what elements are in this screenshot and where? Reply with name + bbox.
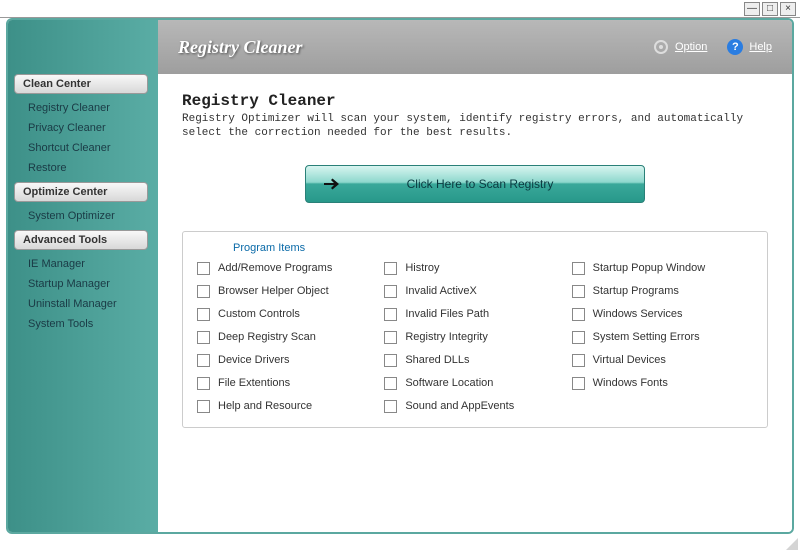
titlebar: — □ × <box>0 0 800 18</box>
item-help-and-resource: Help and Resource <box>197 400 378 413</box>
page-title: Registry Cleaner <box>182 92 768 110</box>
program-items-grid: Add/Remove Programs Browser Helper Objec… <box>197 262 753 413</box>
checkbox[interactable] <box>384 377 397 390</box>
checkbox[interactable] <box>384 285 397 298</box>
header: Registry Cleaner Option ? Help <box>158 20 792 74</box>
section-clean-center[interactable]: Clean Center <box>14 74 148 94</box>
item-startup-programs: Startup Programs <box>572 285 753 298</box>
option-label: Option <box>675 41 707 53</box>
nav-system-optimizer[interactable]: System Optimizer <box>8 206 158 226</box>
item-software-location: Software Location <box>384 377 565 390</box>
checkbox[interactable] <box>197 331 210 344</box>
item-device-drivers: Device Drivers <box>197 354 378 367</box>
item-file-extentions: File Extentions <box>197 377 378 390</box>
app-title: Registry Cleaner <box>178 37 633 58</box>
nav-shortcut-cleaner[interactable]: Shortcut Cleaner <box>8 138 158 158</box>
check-label: System Setting Errors <box>593 331 700 343</box>
check-label: Help and Resource <box>218 400 312 412</box>
check-label: Startup Programs <box>593 285 679 297</box>
nav-system-tools[interactable]: System Tools <box>8 314 158 334</box>
item-windows-services: Windows Services <box>572 308 753 321</box>
section-optimize-center[interactable]: Optimize Center <box>14 182 148 202</box>
check-label: Shared DLLs <box>405 354 469 366</box>
help-button[interactable]: ? Help <box>727 39 772 55</box>
check-label: Invalid Files Path <box>405 308 489 320</box>
check-label: Browser Helper Object <box>218 285 329 297</box>
check-label: Histroy <box>405 262 439 274</box>
arrow-right-icon <box>318 170 346 198</box>
program-items-panel: Program Items Add/Remove Programs Browse… <box>182 231 768 428</box>
item-shared-dlls: Shared DLLs <box>384 354 565 367</box>
maximize-button[interactable]: □ <box>762 2 778 16</box>
checkbox[interactable] <box>197 285 210 298</box>
item-windows-fonts: Windows Fonts <box>572 377 753 390</box>
page-description: Registry Optimizer will scan your system… <box>182 112 768 141</box>
checkbox[interactable] <box>384 354 397 367</box>
check-label: Windows Fonts <box>593 377 668 389</box>
check-label: Startup Popup Window <box>593 262 706 274</box>
check-label: Deep Registry Scan <box>218 331 316 343</box>
scan-button-label: Click Here to Scan Registry <box>346 177 644 191</box>
nav-privacy-cleaner[interactable]: Privacy Cleaner <box>8 118 158 138</box>
minimize-button[interactable]: — <box>744 2 760 16</box>
gear-icon <box>653 39 669 55</box>
main-content: Registry Cleaner Registry Optimizer will… <box>158 74 792 532</box>
scan-registry-button[interactable]: Click Here to Scan Registry <box>305 165 645 203</box>
checkbox[interactable] <box>197 354 210 367</box>
nav-ie-manager[interactable]: IE Manager <box>8 254 158 274</box>
check-label: Custom Controls <box>218 308 300 320</box>
check-label: Registry Integrity <box>405 331 488 343</box>
item-browser-helper-object: Browser Helper Object <box>197 285 378 298</box>
checkbox[interactable] <box>384 331 397 344</box>
checkbox[interactable] <box>384 400 397 413</box>
checkbox[interactable] <box>572 331 585 344</box>
check-label: Software Location <box>405 377 493 389</box>
help-icon: ? <box>727 39 743 55</box>
checkbox[interactable] <box>197 400 210 413</box>
checkbox[interactable] <box>572 354 585 367</box>
option-button[interactable]: Option <box>653 39 707 55</box>
check-label: Device Drivers <box>218 354 290 366</box>
checkbox[interactable] <box>197 377 210 390</box>
check-label: Add/Remove Programs <box>218 262 332 274</box>
checkbox[interactable] <box>384 308 397 321</box>
checkbox[interactable] <box>197 308 210 321</box>
item-histroy: Histroy <box>384 262 565 275</box>
item-invalid-activex: Invalid ActiveX <box>384 285 565 298</box>
nav-startup-manager[interactable]: Startup Manager <box>8 274 158 294</box>
item-deep-registry-scan: Deep Registry Scan <box>197 331 378 344</box>
checkbox[interactable] <box>572 285 585 298</box>
sidebar: Clean Center Registry Cleaner Privacy Cl… <box>8 20 158 532</box>
item-virtual-devices: Virtual Devices <box>572 354 753 367</box>
check-label: File Extentions <box>218 377 290 389</box>
section-advanced-tools[interactable]: Advanced Tools <box>14 230 148 250</box>
item-custom-controls: Custom Controls <box>197 308 378 321</box>
resize-grip[interactable] <box>784 536 798 550</box>
checkbox[interactable] <box>572 262 585 275</box>
help-label: Help <box>749 41 772 53</box>
program-items-header: Program Items <box>197 240 753 262</box>
item-registry-integrity: Registry Integrity <box>384 331 565 344</box>
nav-restore[interactable]: Restore <box>8 158 158 178</box>
app-frame: Clean Center Registry Cleaner Privacy Cl… <box>6 18 794 534</box>
item-startup-popup-window: Startup Popup Window <box>572 262 753 275</box>
item-invalid-files-path: Invalid Files Path <box>384 308 565 321</box>
check-label: Invalid ActiveX <box>405 285 477 297</box>
item-add-remove-programs: Add/Remove Programs <box>197 262 378 275</box>
nav-registry-cleaner[interactable]: Registry Cleaner <box>8 98 158 118</box>
item-system-setting-errors: System Setting Errors <box>572 331 753 344</box>
checkbox[interactable] <box>572 377 585 390</box>
check-label: Sound and AppEvents <box>405 400 514 412</box>
checkbox[interactable] <box>197 262 210 275</box>
close-button[interactable]: × <box>780 2 796 16</box>
checkbox[interactable] <box>572 308 585 321</box>
check-label: Virtual Devices <box>593 354 666 366</box>
item-sound-and-appevents: Sound and AppEvents <box>384 400 565 413</box>
check-label: Windows Services <box>593 308 683 320</box>
nav-uninstall-manager[interactable]: Uninstall Manager <box>8 294 158 314</box>
checkbox[interactable] <box>384 262 397 275</box>
